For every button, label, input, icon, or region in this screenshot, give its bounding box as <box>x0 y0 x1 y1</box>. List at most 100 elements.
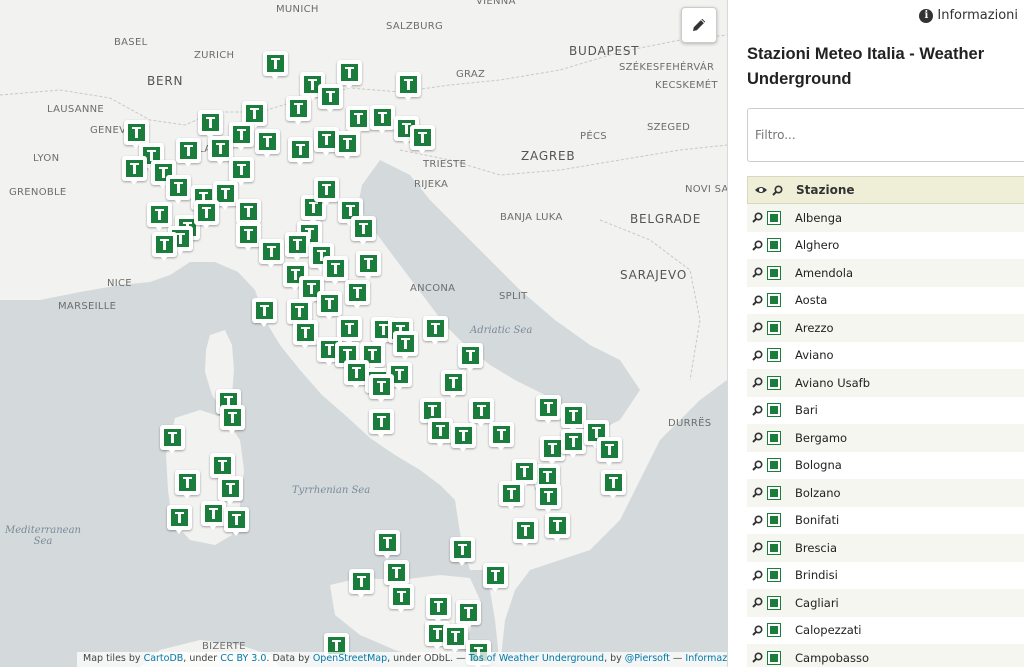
edit-button[interactable] <box>681 7 717 43</box>
zoom-to-icon[interactable] <box>747 597 767 608</box>
station-name[interactable]: Brindisi <box>795 568 838 582</box>
station-name[interactable]: Calopezzati <box>795 623 862 637</box>
station-marker[interactable] <box>423 316 448 346</box>
cartodb-link[interactable]: CartoDB <box>144 653 184 664</box>
station-marker[interactable] <box>483 563 508 593</box>
station-marker[interactable] <box>351 216 376 246</box>
station-marker[interactable] <box>160 425 185 455</box>
table-row[interactable]: Brindisi <box>747 562 1024 590</box>
zoom-to-icon[interactable] <box>747 625 767 636</box>
station-marker[interactable] <box>426 594 451 624</box>
zoom-to-icon[interactable] <box>747 405 767 416</box>
station-marker[interactable] <box>176 138 201 168</box>
zoom-to-icon[interactable] <box>747 570 767 581</box>
station-marker[interactable] <box>389 584 414 614</box>
license-link[interactable]: CC BY 3.0 <box>220 653 266 664</box>
station-marker[interactable] <box>536 395 561 425</box>
station-marker[interactable] <box>166 175 191 205</box>
table-row[interactable]: Amendola <box>747 259 1024 287</box>
station-marker[interactable] <box>318 84 343 114</box>
station-marker[interactable] <box>369 374 394 404</box>
column-header-station[interactable]: Stazione <box>796 183 855 197</box>
station-marker[interactable] <box>375 530 400 560</box>
zoom-to-icon[interactable] <box>747 542 767 553</box>
station-marker[interactable] <box>286 96 311 126</box>
station-marker[interactable] <box>356 251 381 281</box>
table-row[interactable]: Bergamo <box>747 424 1024 452</box>
zoom-to-icon[interactable] <box>747 432 767 443</box>
station-marker[interactable] <box>499 481 524 511</box>
station-marker[interactable] <box>561 429 586 459</box>
zoom-to-icon[interactable] <box>747 267 767 278</box>
station-marker[interactable] <box>536 484 561 514</box>
zoom-to-icon[interactable] <box>747 487 767 498</box>
station-marker[interactable] <box>335 131 360 161</box>
station-marker[interactable] <box>293 320 318 350</box>
station-marker[interactable] <box>345 280 370 310</box>
info-button[interactable]: i Informazioni <box>919 8 1018 23</box>
station-marker[interactable] <box>201 501 226 531</box>
station-marker[interactable] <box>410 125 435 155</box>
zoom-to-icon[interactable] <box>747 350 767 361</box>
station-name[interactable]: Aviano Usafb <box>795 376 870 390</box>
station-marker[interactable] <box>428 418 453 448</box>
filter-input[interactable] <box>747 108 1024 162</box>
zoom-to-icon[interactable] <box>747 322 767 333</box>
station-name[interactable]: Bolzano <box>795 486 841 500</box>
station-name[interactable]: Albenga <box>795 211 842 225</box>
table-row[interactable]: Arezzo <box>747 314 1024 342</box>
station-marker[interactable] <box>370 105 395 135</box>
table-row[interactable]: Aosta <box>747 287 1024 315</box>
station-marker[interactable] <box>450 537 475 567</box>
station-marker[interactable] <box>393 331 418 361</box>
station-marker[interactable] <box>285 232 310 262</box>
table-row[interactable]: Cagliari <box>747 589 1024 617</box>
author-link[interactable]: @Piersoft <box>625 653 670 664</box>
station-marker[interactable] <box>349 569 374 599</box>
station-name[interactable]: Alghero <box>795 238 839 252</box>
zoom-to-icon[interactable] <box>747 515 767 526</box>
table-row[interactable]: Brescia <box>747 534 1024 562</box>
station-marker[interactable] <box>236 222 261 252</box>
eye-icon[interactable] <box>754 185 768 195</box>
zoom-to-icon[interactable] <box>747 652 767 663</box>
station-marker[interactable] <box>122 156 147 186</box>
openstreetmap-link[interactable]: OpenStreetMap <box>313 653 387 664</box>
station-marker[interactable] <box>252 298 277 328</box>
station-marker[interactable] <box>314 177 339 207</box>
table-row[interactable]: Aviano <box>747 342 1024 370</box>
station-marker[interactable] <box>458 343 483 373</box>
station-marker[interactable] <box>194 200 219 230</box>
station-name[interactable]: Bergamo <box>795 431 847 445</box>
station-marker[interactable] <box>224 507 249 537</box>
table-row[interactable]: Aviano Usafb <box>747 369 1024 397</box>
station-marker[interactable] <box>601 470 626 500</box>
table-row[interactable]: Albenga <box>747 204 1024 232</box>
info-link[interactable]: Informazioni <box>685 653 727 664</box>
station-marker[interactable] <box>597 437 622 467</box>
station-marker[interactable] <box>396 72 421 102</box>
zoom-to-icon[interactable] <box>747 377 767 388</box>
station-marker[interactable] <box>489 422 514 452</box>
station-marker[interactable] <box>259 239 284 269</box>
table-row[interactable]: Calopezzati <box>747 617 1024 645</box>
station-marker[interactable] <box>545 513 570 543</box>
zoom-to-icon[interactable] <box>747 240 767 251</box>
zoom-to-icon[interactable] <box>747 460 767 471</box>
table-row[interactable]: Bari <box>747 397 1024 425</box>
station-marker[interactable] <box>441 370 466 400</box>
table-row[interactable]: Campobasso <box>747 644 1024 667</box>
station-name[interactable]: Aosta <box>795 293 827 307</box>
station-name[interactable]: Amendola <box>795 266 853 280</box>
station-name[interactable]: Brescia <box>795 541 837 555</box>
zoom-icon[interactable] <box>772 184 783 196</box>
station-marker[interactable] <box>369 409 394 439</box>
table-row[interactable]: Bologna <box>747 452 1024 480</box>
station-marker[interactable] <box>175 470 200 500</box>
table-row[interactable]: Bonifati <box>747 507 1024 535</box>
station-marker[interactable] <box>167 505 192 535</box>
station-marker[interactable] <box>513 518 538 548</box>
station-marker[interactable] <box>443 624 468 654</box>
table-row[interactable]: Bolzano <box>747 479 1024 507</box>
zoom-to-icon[interactable] <box>747 295 767 306</box>
